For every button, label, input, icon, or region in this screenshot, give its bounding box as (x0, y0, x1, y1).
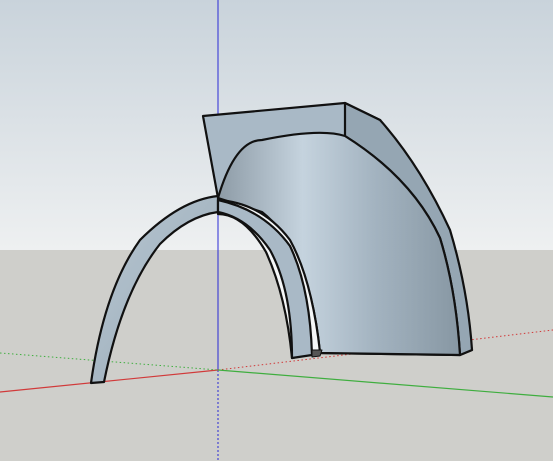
sketchup-3d-viewport[interactable] (0, 0, 553, 461)
arch-base-notch (311, 349, 323, 358)
scene-canvas[interactable] (0, 0, 553, 461)
